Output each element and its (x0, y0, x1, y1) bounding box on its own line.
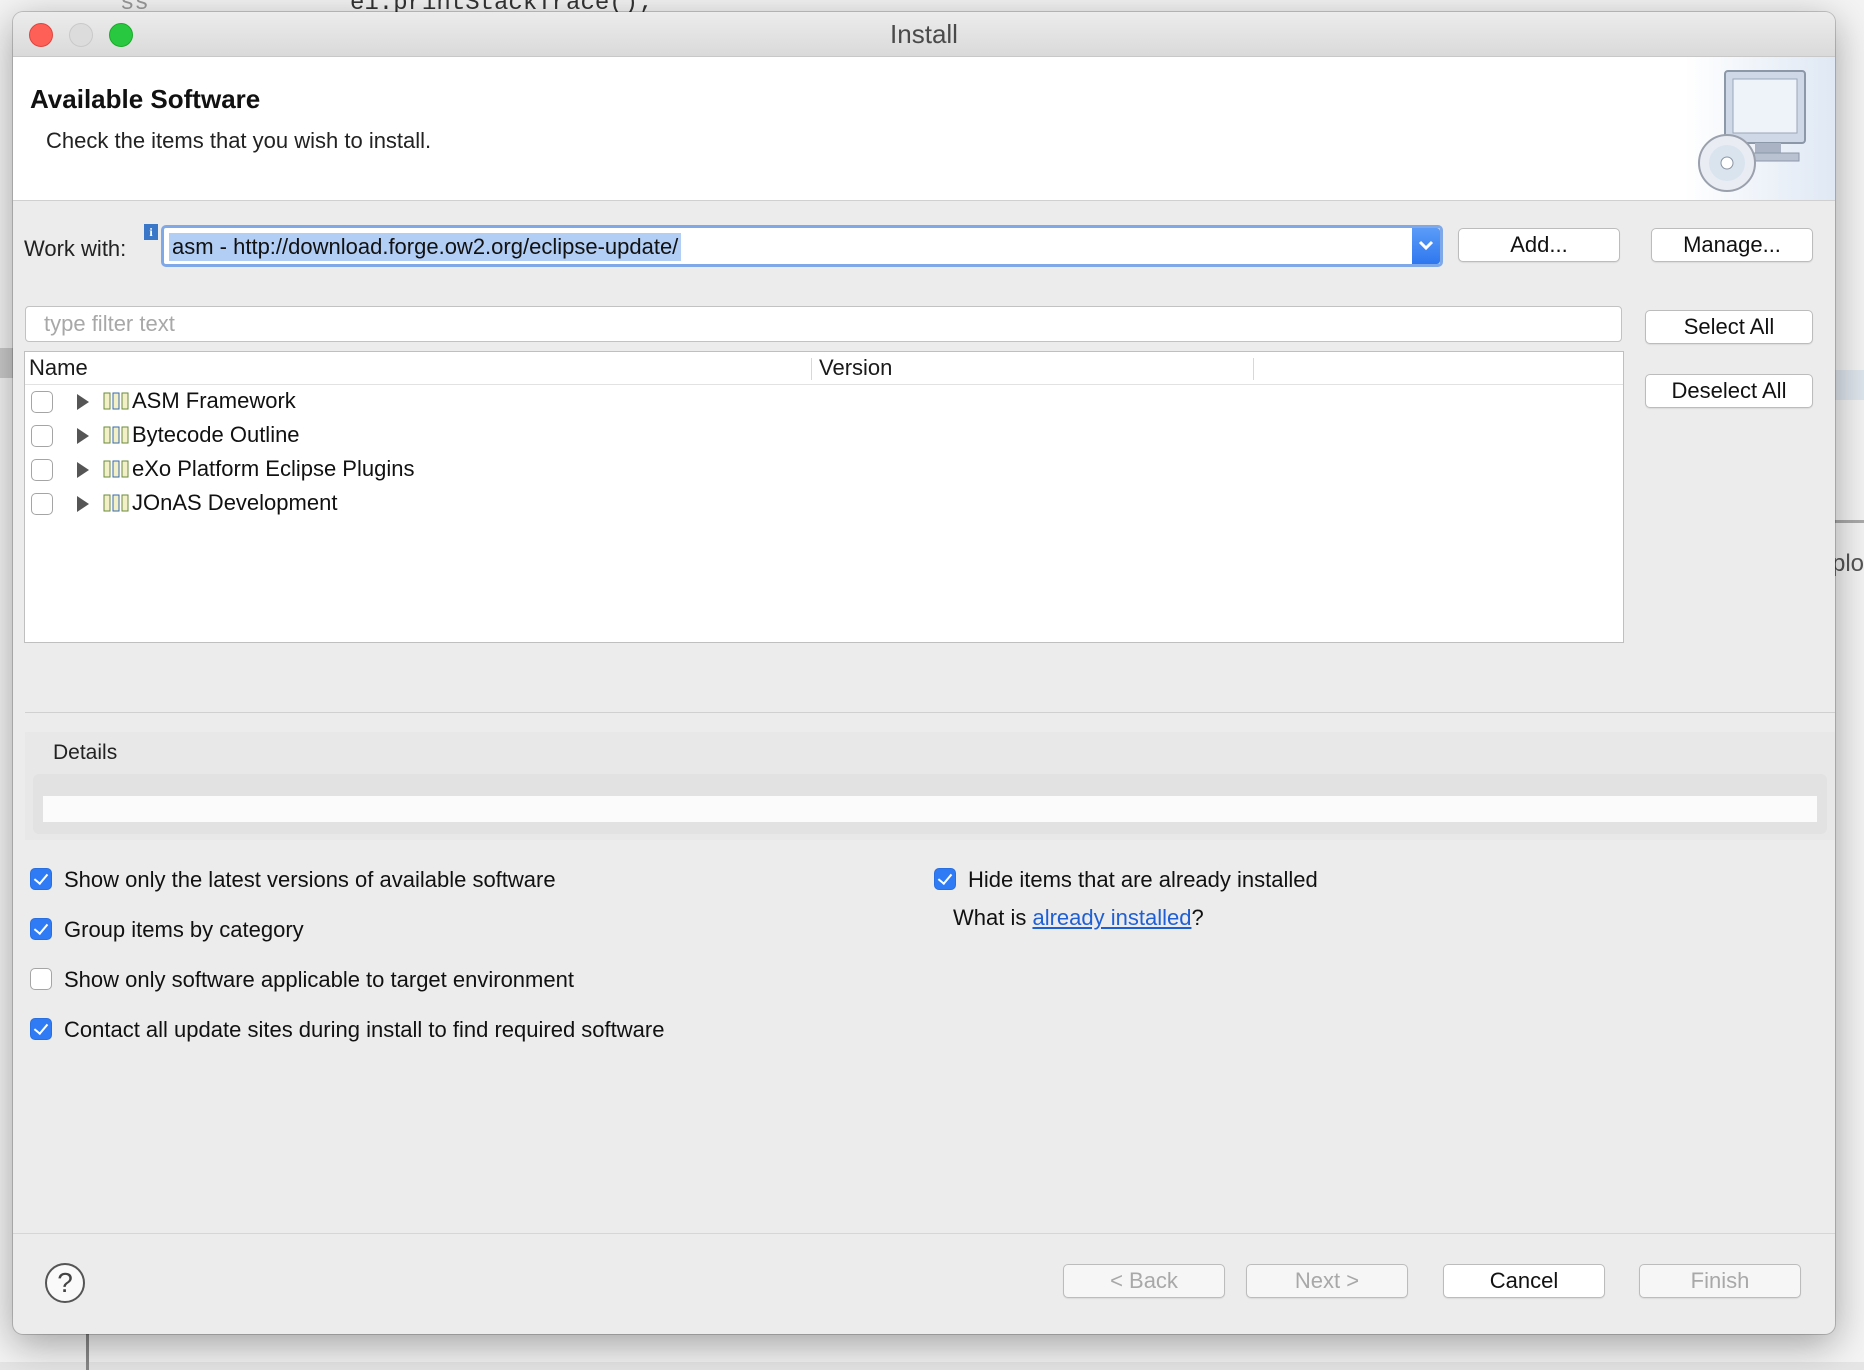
select-all-button[interactable]: Select All (1645, 310, 1813, 344)
row-name: Bytecode Outline (132, 422, 300, 447)
what-is-prefix: What is (953, 905, 1033, 930)
wizard-header: Available Software Check the items that … (13, 57, 1835, 201)
background-right-divider (1834, 520, 1864, 523)
details-label: Details (53, 741, 118, 764)
tree-header: Name Version (25, 352, 1623, 385)
column-header-version[interactable]: Version (819, 355, 892, 381)
latest-versions-label[interactable]: Show only the latest versions of availab… (64, 867, 556, 893)
category-icon (103, 494, 129, 512)
page-title: Available Software (30, 84, 261, 114)
tree-row[interactable]: eXo Platform Eclipse Plugins (25, 453, 1623, 487)
row-name: JOnAS Development (132, 490, 338, 515)
work-with-combo[interactable]: asm - http://download.forge.ow2.org/ecli… (161, 225, 1443, 267)
next-button[interactable]: Next > (1246, 1264, 1408, 1298)
latest-versions-checkbox[interactable] (30, 868, 52, 890)
chevron-down-icon[interactable] (1412, 228, 1440, 264)
deselect-all-button[interactable]: Deselect All (1645, 374, 1813, 408)
row-name: eXo Platform Eclipse Plugins (132, 456, 415, 481)
hide-installed-checkbox[interactable] (934, 868, 956, 890)
row-name: ASM Framework (132, 388, 296, 413)
work-with-label: Work with: (24, 236, 127, 261)
already-installed-link[interactable]: already installed (1032, 905, 1191, 930)
what-is-installed-text: What is already installed? (953, 905, 1204, 931)
title-bar: Install (13, 12, 1835, 57)
background-right-fragment: plo (1831, 550, 1864, 577)
tree-row[interactable]: ASM Framework (25, 385, 1623, 419)
footer-divider (13, 1233, 1835, 1234)
manage-sites-button[interactable]: Manage... (1651, 228, 1813, 262)
section-divider (25, 712, 1835, 713)
expand-arrow-icon[interactable] (77, 496, 89, 512)
row-checkbox[interactable] (31, 425, 53, 447)
expand-arrow-icon[interactable] (77, 462, 89, 478)
details-group: Details (25, 732, 1835, 840)
row-checkbox[interactable] (31, 391, 53, 413)
row-checkbox[interactable] (31, 493, 53, 515)
tree-row[interactable]: Bytecode Outline (25, 419, 1623, 453)
info-icon: i (144, 224, 158, 240)
contact-update-sites-label[interactable]: Contact all update sites during install … (64, 1017, 664, 1043)
category-icon (103, 426, 129, 444)
help-icon[interactable]: ? (45, 1263, 85, 1303)
group-by-category-checkbox[interactable] (30, 918, 52, 940)
category-icon (103, 392, 129, 410)
target-environment-label[interactable]: Show only software applicable to target … (64, 967, 574, 993)
cancel-button[interactable]: Cancel (1443, 1264, 1605, 1298)
background-right-selection (1834, 370, 1864, 400)
work-with-value[interactable]: asm - http://download.forge.ow2.org/ecli… (169, 233, 682, 261)
page-subtitle: Check the items that you wish to install… (46, 128, 432, 153)
filter-input[interactable] (26, 307, 1621, 341)
column-divider[interactable] (1253, 358, 1254, 380)
hide-installed-label[interactable]: Hide items that are already installed (968, 867, 1318, 893)
background-left-marker (0, 348, 14, 378)
target-environment-checkbox[interactable] (30, 968, 52, 990)
column-header-name[interactable]: Name (29, 355, 88, 381)
column-divider[interactable] (811, 358, 812, 380)
group-by-category-label[interactable]: Group items by category (64, 917, 304, 943)
back-button[interactable]: < Back (1063, 1264, 1225, 1298)
add-site-button[interactable]: Add... (1458, 228, 1620, 262)
row-checkbox[interactable] (31, 459, 53, 481)
filter-input-container (25, 306, 1622, 342)
window-title: Install (890, 19, 958, 49)
what-is-suffix: ? (1191, 905, 1204, 930)
expand-arrow-icon[interactable] (77, 428, 89, 444)
available-software-tree[interactable]: Name Version ASM Framework Bytecode Outl… (24, 351, 1624, 643)
expand-arrow-icon[interactable] (77, 394, 89, 410)
contact-update-sites-checkbox[interactable] (30, 1018, 52, 1040)
background-vertical-line (86, 1330, 89, 1370)
finish-button[interactable]: Finish (1639, 1264, 1801, 1298)
details-panel (33, 774, 1827, 834)
install-computer-cd-icon (1685, 57, 1835, 200)
install-dialog: Install Available Software Check the ite… (13, 12, 1835, 1334)
category-icon (103, 460, 129, 478)
details-text (43, 796, 1817, 822)
tree-row[interactable]: JOnAS Development (25, 487, 1623, 521)
